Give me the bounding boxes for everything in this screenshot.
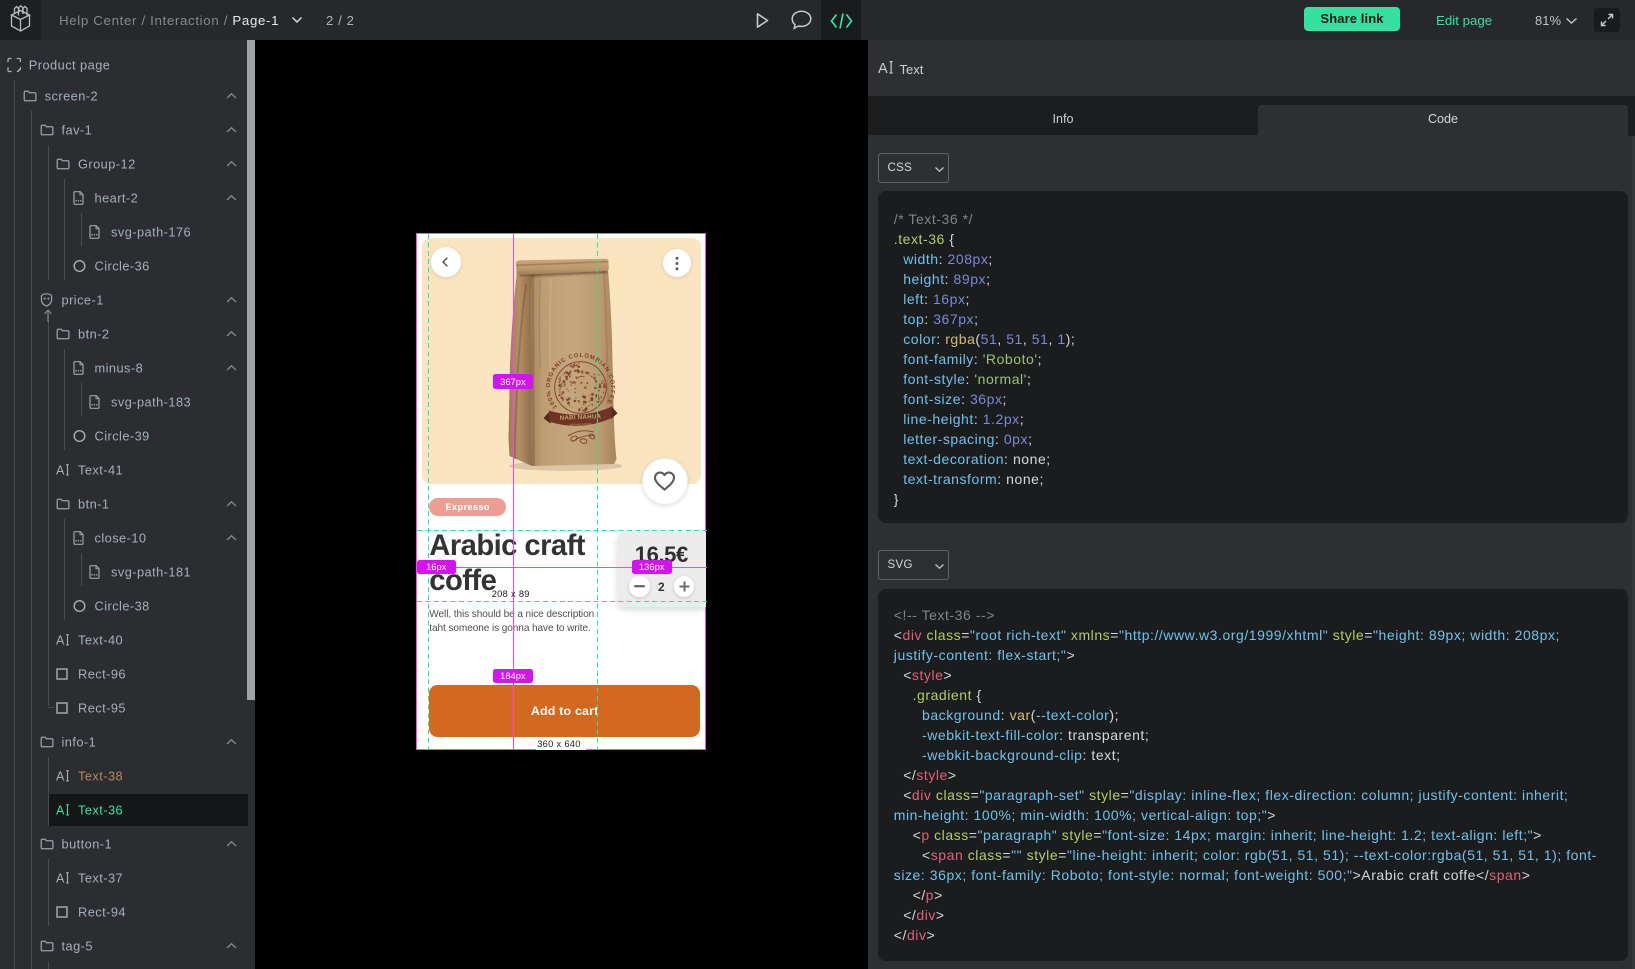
svg-text:NABI NAHUA: NABI NAHUA	[560, 413, 602, 421]
svg-text:A: A	[56, 804, 65, 817]
svg-text:A: A	[56, 872, 65, 885]
svg-text:A: A	[56, 464, 65, 477]
svg-text:A: A	[56, 770, 65, 783]
svg-text:A: A	[878, 61, 888, 75]
svg-text:A: A	[56, 634, 65, 647]
